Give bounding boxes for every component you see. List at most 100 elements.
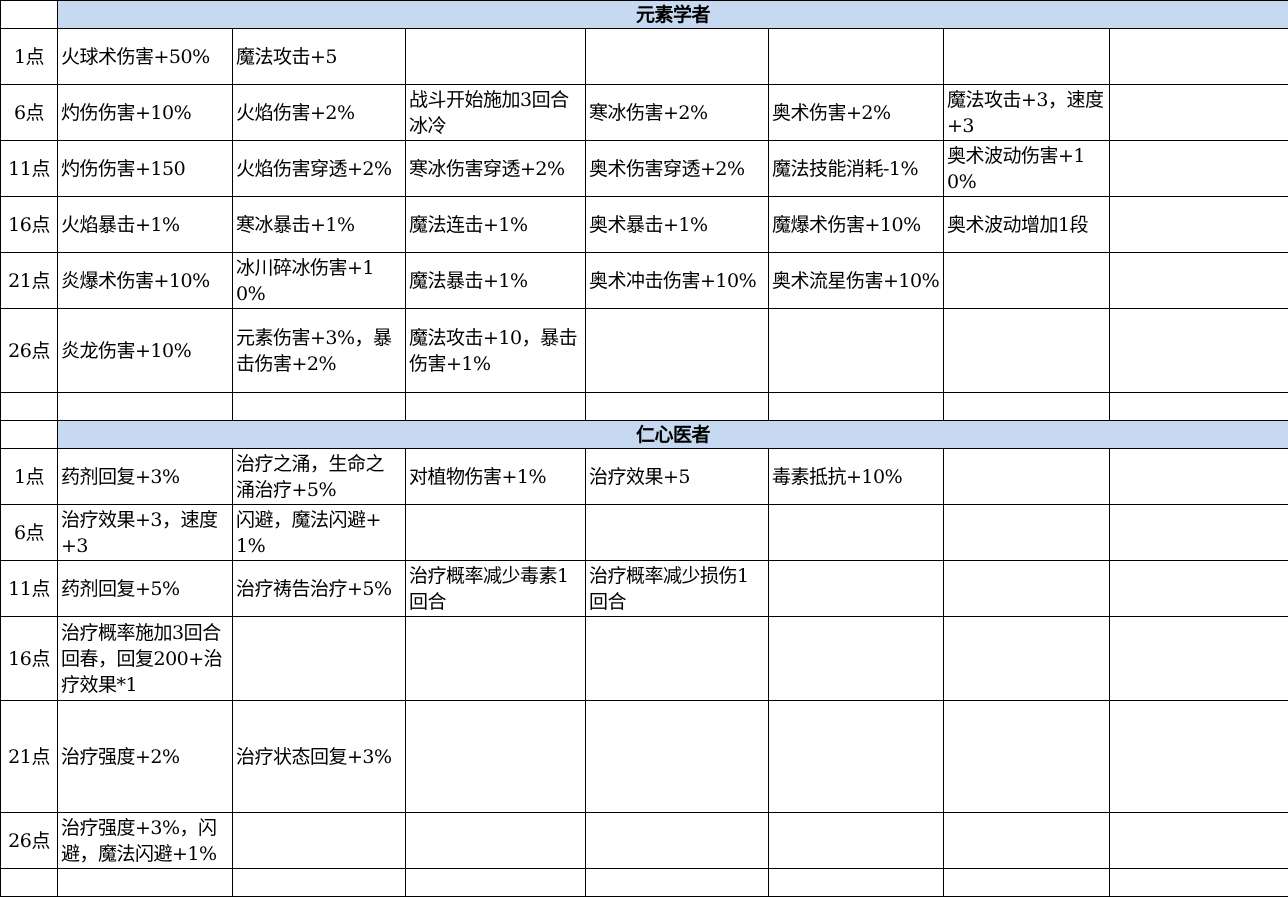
bonus-cell[interactable]: 奥术波动伤害+10% xyxy=(943,140,1110,197)
bonus-cell[interactable]: 魔法攻击+3，速度+3 xyxy=(943,84,1110,141)
bonus-cell[interactable] xyxy=(1108,504,1288,561)
bonus-cell[interactable]: 治疗强度+2% xyxy=(57,700,233,813)
bonus-cell[interactable] xyxy=(768,560,944,617)
level-cell[interactable]: 11点 xyxy=(0,560,58,617)
bonus-cell[interactable] xyxy=(585,812,769,869)
bonus-cell[interactable]: 冰川碎冰伤害+10% xyxy=(232,252,406,309)
bonus-cell[interactable] xyxy=(1108,812,1288,869)
bonus-cell[interactable]: 火焰伤害+2% xyxy=(232,84,406,141)
level-cell[interactable]: 6点 xyxy=(0,84,58,141)
bonus-cell[interactable]: 魔法连击+1% xyxy=(405,196,586,253)
bonus-cell[interactable] xyxy=(1108,616,1288,701)
bonus-cell[interactable]: 奥术伤害+2% xyxy=(768,84,944,141)
bonus-cell[interactable] xyxy=(405,700,586,813)
bonus-cell[interactable] xyxy=(768,28,944,85)
level-cell[interactable]: 21点 xyxy=(0,252,58,309)
bonus-cell[interactable] xyxy=(943,28,1110,85)
bonus-cell[interactable] xyxy=(768,812,944,869)
bonus-cell[interactable] xyxy=(405,504,586,561)
level-cell[interactable]: 6点 xyxy=(0,504,58,561)
empty-cell[interactable] xyxy=(0,392,58,421)
empty-cell[interactable] xyxy=(1108,868,1288,897)
bonus-cell[interactable]: 治疗之涌，生命之涌治疗+5% xyxy=(232,448,406,505)
level-cell[interactable]: 16点 xyxy=(0,196,58,253)
empty-cell[interactable] xyxy=(232,868,406,897)
bonus-cell[interactable] xyxy=(585,308,769,393)
empty-cell[interactable] xyxy=(943,868,1110,897)
bonus-cell[interactable]: 火焰伤害穿透+2% xyxy=(232,140,406,197)
bonus-cell[interactable] xyxy=(1108,140,1288,197)
bonus-cell[interactable]: 魔法暴击+1% xyxy=(405,252,586,309)
level-cell[interactable]: 1点 xyxy=(0,28,58,85)
bonus-cell[interactable]: 奥术暴击+1% xyxy=(585,196,769,253)
empty-cell[interactable] xyxy=(1108,392,1288,421)
bonus-cell[interactable] xyxy=(1108,700,1288,813)
empty-cell[interactable] xyxy=(57,392,233,421)
section-title[interactable]: 仁心医者 xyxy=(56,420,1288,449)
empty-cell[interactable] xyxy=(943,392,1110,421)
header-corner-cell[interactable] xyxy=(0,0,58,29)
empty-cell[interactable] xyxy=(405,392,586,421)
bonus-cell[interactable]: 治疗效果+3，速度+3 xyxy=(57,504,233,561)
bonus-cell[interactable]: 奥术流星伤害+10% xyxy=(768,252,944,309)
bonus-cell[interactable]: 寒冰暴击+1% xyxy=(232,196,406,253)
bonus-cell[interactable]: 治疗状态回复+3% xyxy=(232,700,406,813)
bonus-cell[interactable]: 奥术波动增加1段 xyxy=(943,196,1110,253)
bonus-cell[interactable]: 火球术伤害+50% xyxy=(57,28,233,85)
bonus-cell[interactable]: 药剂回复+5% xyxy=(57,560,233,617)
bonus-cell[interactable] xyxy=(943,504,1110,561)
bonus-cell[interactable]: 毒素抵抗+10% xyxy=(768,448,944,505)
level-cell[interactable]: 1点 xyxy=(0,448,58,505)
bonus-cell[interactable]: 治疗概率施加3回合回春，回复200+治疗效果*1 xyxy=(57,616,233,701)
bonus-cell[interactable] xyxy=(768,700,944,813)
bonus-cell[interactable] xyxy=(768,308,944,393)
empty-cell[interactable] xyxy=(768,868,944,897)
bonus-cell[interactable]: 魔爆术伤害+10% xyxy=(768,196,944,253)
bonus-cell[interactable] xyxy=(405,616,586,701)
bonus-cell[interactable]: 治疗祷告治疗+5% xyxy=(232,560,406,617)
level-cell[interactable]: 21点 xyxy=(0,700,58,813)
bonus-cell[interactable]: 魔法攻击+10，暴击伤害+1% xyxy=(405,308,586,393)
bonus-cell[interactable]: 灼伤伤害+10% xyxy=(57,84,233,141)
bonus-cell[interactable] xyxy=(1108,448,1288,505)
empty-cell[interactable] xyxy=(585,392,769,421)
empty-cell[interactable] xyxy=(585,868,769,897)
bonus-cell[interactable]: 魔法技能消耗-1% xyxy=(768,140,944,197)
bonus-cell[interactable] xyxy=(1108,308,1288,393)
level-cell[interactable]: 26点 xyxy=(0,308,58,393)
bonus-cell[interactable]: 炎爆术伤害+10% xyxy=(57,252,233,309)
bonus-cell[interactable]: 治疗概率减少损伤1回合 xyxy=(585,560,769,617)
bonus-cell[interactable] xyxy=(1108,252,1288,309)
bonus-cell[interactable] xyxy=(943,252,1110,309)
bonus-cell[interactable]: 元素伤害+3%，暴击伤害+2% xyxy=(232,308,406,393)
bonus-cell[interactable]: 奥术冲击伤害+10% xyxy=(585,252,769,309)
bonus-cell[interactable] xyxy=(585,28,769,85)
bonus-cell[interactable]: 魔法攻击+5 xyxy=(232,28,406,85)
bonus-cell[interactable] xyxy=(585,504,769,561)
bonus-cell[interactable]: 战斗开始施加3回合冰冷 xyxy=(405,84,586,141)
bonus-cell[interactable] xyxy=(1108,28,1288,85)
bonus-cell[interactable] xyxy=(405,28,586,85)
bonus-cell[interactable] xyxy=(1108,560,1288,617)
bonus-cell[interactable]: 寒冰伤害+2% xyxy=(585,84,769,141)
bonus-cell[interactable]: 灼伤伤害+150 xyxy=(57,140,233,197)
bonus-cell[interactable] xyxy=(232,616,406,701)
bonus-cell[interactable] xyxy=(585,616,769,701)
header-corner-cell[interactable] xyxy=(0,420,58,449)
bonus-cell[interactable] xyxy=(943,616,1110,701)
empty-cell[interactable] xyxy=(405,868,586,897)
bonus-cell[interactable]: 对植物伤害+1% xyxy=(405,448,586,505)
level-cell[interactable]: 26点 xyxy=(0,812,58,869)
bonus-cell[interactable]: 寒冰伤害穿透+2% xyxy=(405,140,586,197)
bonus-cell[interactable] xyxy=(768,504,944,561)
level-cell[interactable]: 16点 xyxy=(0,616,58,701)
empty-cell[interactable] xyxy=(768,392,944,421)
bonus-cell[interactable] xyxy=(1108,84,1288,141)
bonus-cell[interactable] xyxy=(943,560,1110,617)
level-cell[interactable]: 11点 xyxy=(0,140,58,197)
bonus-cell[interactable]: 炎龙伤害+10% xyxy=(57,308,233,393)
bonus-cell[interactable]: 治疗效果+5 xyxy=(585,448,769,505)
bonus-cell[interactable]: 药剂回复+3% xyxy=(57,448,233,505)
bonus-cell[interactable]: 闪避，魔法闪避+1% xyxy=(232,504,406,561)
bonus-cell[interactable]: 治疗强度+3%，闪避，魔法闪避+1% xyxy=(57,812,233,869)
